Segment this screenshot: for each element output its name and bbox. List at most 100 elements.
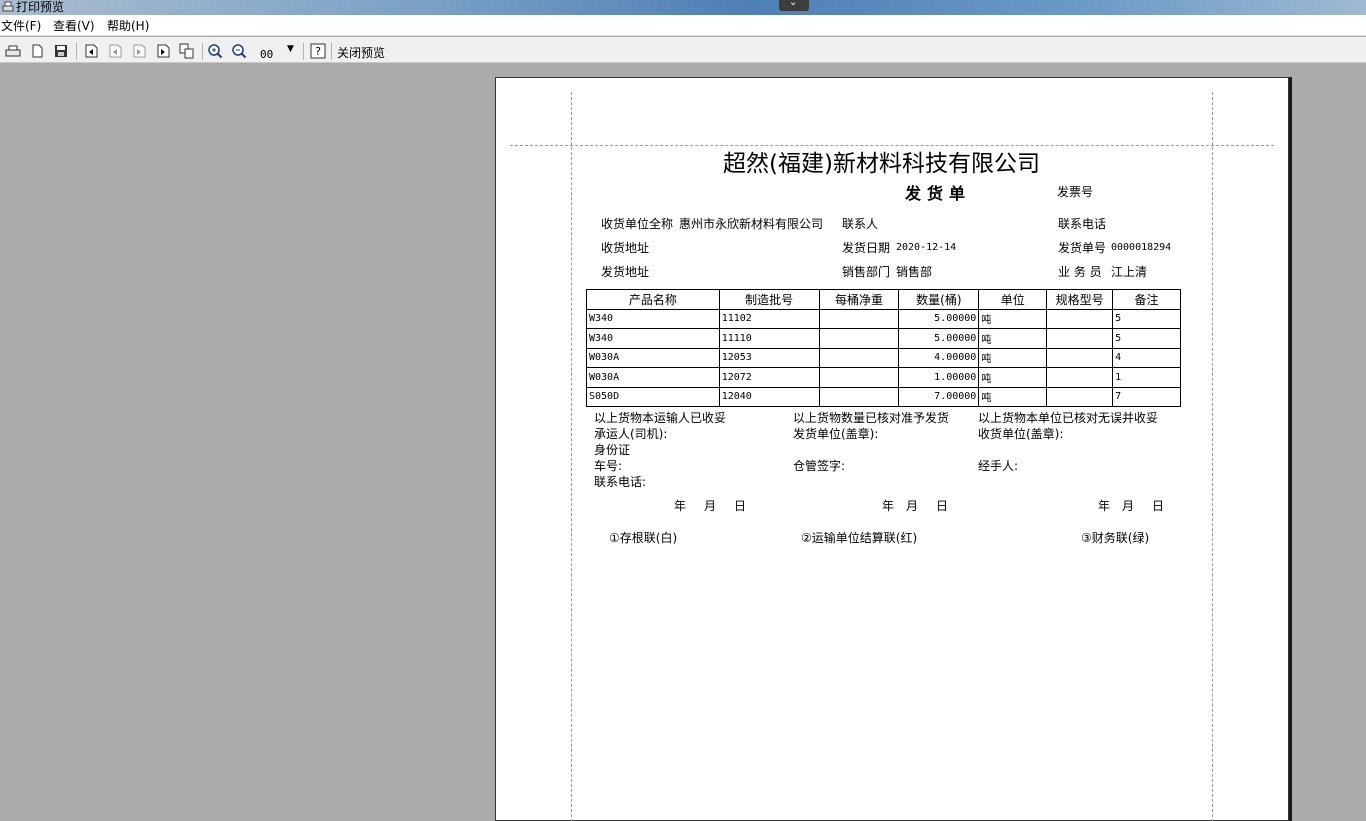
phone-label: 联系电话 [1058,217,1107,231]
table-cell: 吨 [978,328,1048,349]
table-cell: 吨 [978,347,1048,368]
last-page-icon[interactable] [155,43,171,59]
table-cell: 11102 [718,308,820,329]
zoom-in-icon[interactable] [207,43,223,59]
table-cell [818,328,900,349]
table-row: S050D 12040 7.00000 吨 7 [586,386,1181,407]
table-cell [1046,308,1114,329]
chevron-down-icon: ⌄ [789,0,798,8]
menu-file[interactable]: 文件(F) [1,19,41,33]
menu-bar: 文件(F) 查看(V) 帮助(H) [0,15,1366,36]
toolbar-separator [303,43,304,60]
table-cell: W340 [586,328,720,349]
date-day: 日 [936,499,949,513]
consignee-value: 惠州市永欣新材料有限公司 [679,217,824,231]
page-setup-icon[interactable] [29,43,45,59]
date-year: 年 [882,499,895,513]
contact-phone-label: 联系电话: [594,475,647,489]
table-cell: W340 [586,308,720,329]
date-month: 月 [704,499,717,513]
table-cell: 吨 [978,386,1048,407]
ship-date-value: 2020-12-14 [896,242,957,253]
carrier-label: 承运人(司机): [594,427,668,441]
ship-number-label: 发货单号 [1058,241,1107,255]
column-header: 规格型号 [1046,289,1114,310]
company-name: 超然(福建)新材料科技有限公司 [723,151,1040,177]
table-cell: 5 [1112,308,1181,329]
table-cell: 4.00000 [898,347,980,368]
help-icon[interactable]: ? [310,43,326,59]
menu-help[interactable]: 帮助(H) [107,19,149,33]
table-cell: 5.00000 [898,308,980,329]
zoom-out-icon[interactable] [231,43,247,59]
save-icon[interactable] [53,43,69,59]
handler-label: 经手人: [978,459,1019,473]
zoom-value[interactable]: 00 [260,48,273,61]
table-cell: 1 [1112,367,1181,388]
ship-date-label: 发货日期 [842,241,891,255]
ship-unit-stamp-label: 发货单位(盖章): [793,427,879,441]
date-day: 日 [734,499,747,513]
previous-page-icon[interactable] [107,43,123,59]
date-month: 月 [1122,499,1135,513]
table-cell: 11110 [718,328,820,349]
consignee-label: 收货单位全称 [601,217,674,231]
table-cell [818,367,900,388]
table-cell: 12053 [718,347,820,368]
chevron-down-icon[interactable]: ▼ [287,44,294,54]
table-cell [1046,367,1114,388]
plate-number-label: 车号: [594,459,623,473]
contact-label: 联系人 [842,217,879,231]
id-card-label: 身份证 [594,443,631,457]
column-header: 制造批号 [718,289,820,310]
multi-page-icon[interactable] [179,43,195,59]
margin-guide-left [571,92,572,821]
invoice-number-label: 发票号 [1057,185,1094,199]
title-bar: 打印预览 ⌄ [0,0,1366,15]
table-cell: 4 [1112,347,1181,368]
table-cell [818,386,900,407]
receiver-note: 以上货物本单位已核对无误并收妥 [978,411,1159,425]
shipper-note: 以上货物数量已核对准予发货 [793,411,950,425]
next-page-icon[interactable] [131,43,147,59]
column-header: 备注 [1112,289,1181,310]
table-cell: W030A [586,367,720,388]
table-cell: 5.00000 [898,328,980,349]
table-cell: 吨 [978,367,1048,388]
table-cell: 7.00000 [898,386,980,407]
table-row: W030A 12072 1.00000 吨 1 [586,367,1181,388]
warehouse-sign-label: 仓管签字: [793,459,846,473]
table-row: W340 11102 5.00000 吨 5 [586,308,1181,329]
print-page: 超然(福建)新材料科技有限公司 发货单 发票号 收货单位全称 惠州市永欣新材料有… [495,77,1289,821]
svg-text:?: ? [315,45,321,58]
toolbar-separator [76,43,77,60]
carrier-note: 以上货物本运输人已收妥 [594,411,727,425]
table-cell: 1.00000 [898,367,980,388]
table-cell [1046,328,1114,349]
menu-view[interactable]: 查看(V) [53,19,95,33]
toolbar-separator [202,43,203,60]
table-cell [818,308,900,329]
table-cell: 12072 [718,367,820,388]
sales-dept-value: 销售部 [896,265,933,279]
copy-transport-label: ②运输单位结算联(红) [801,531,918,545]
toolbar-separator [331,43,332,60]
table-row: W340 11110 5.00000 吨 5 [586,328,1181,349]
table-cell [1046,347,1114,368]
ship-number-value: 0000018294 [1111,242,1172,253]
close-preview-button[interactable]: 关闭预览 [337,46,385,60]
table-cell: 7 [1112,386,1181,407]
table-cell: 12040 [718,386,820,407]
copy-stub-label: ①存根联(白) [609,531,678,545]
ribbon-collapse-button[interactable]: ⌄ [779,0,809,11]
date-year: 年 [674,499,687,513]
print-icon[interactable] [5,43,21,59]
margin-guide-right [1212,92,1213,821]
receive-address-label: 收货地址 [601,241,650,255]
first-page-icon[interactable] [83,43,99,59]
column-header: 数量(桶) [898,289,980,310]
margin-guide-top [510,145,1274,146]
goods-table: 产品名称 制造批号 每桶净重 数量(桶) 单位 规格型号 备注 W340 111… [586,289,1181,407]
table-cell: S050D [586,386,720,407]
date-day: 日 [1152,499,1165,513]
